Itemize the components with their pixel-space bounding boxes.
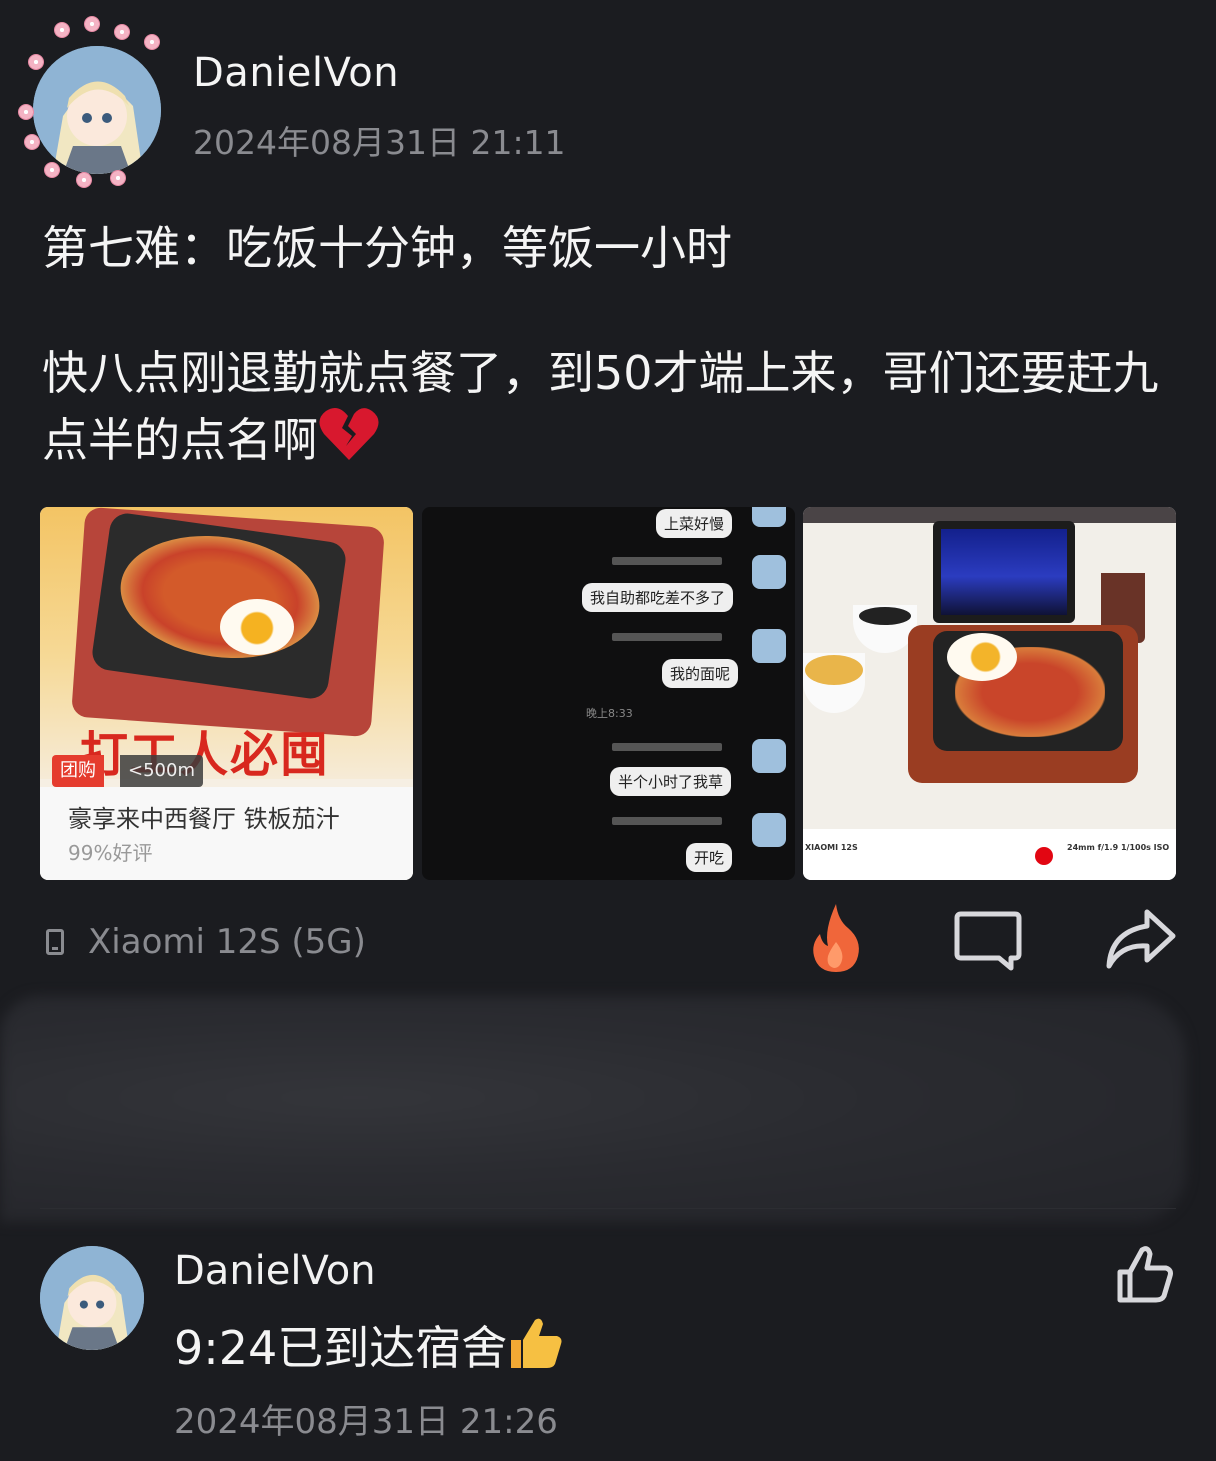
comment-text: 9:24已到达宿舍 [174, 1312, 565, 1381]
chat-bubble: 我自助都吃差不多了 [582, 583, 734, 612]
distance-tag: <500m [120, 755, 203, 787]
comment-author-name[interactable]: DanielVon [174, 1248, 376, 1294]
shop-name: 豪享来中西餐厅 铁板茄汁 [68, 805, 340, 833]
exif-camera-model: XIAOMI 12S [805, 843, 858, 852]
blossom-decoration [18, 104, 34, 120]
chat-avatar [752, 555, 786, 589]
blossom-decoration [44, 162, 60, 178]
comment-timestamp: 2024年08月31日 21:26 [174, 1402, 558, 1442]
blossom-decoration [54, 22, 70, 38]
thumbs-up-icon [1117, 1246, 1173, 1303]
leica-logo-icon [1035, 847, 1053, 865]
device-label: Xiaomi 12S (5G) [88, 922, 366, 962]
post-timestamp: 2024年08月31日 21:11 [193, 123, 566, 162]
divider [40, 1208, 1176, 1209]
post-image-3[interactable]: XIAOMI 12S 24mm f/1.9 1/100s ISO [803, 507, 1176, 880]
comment-button[interactable] [953, 908, 1023, 972]
chat-sender-name [612, 633, 722, 641]
tablet-screen [941, 529, 1067, 615]
sauce [859, 607, 911, 625]
broken-heart-icon [318, 406, 380, 479]
chat-timestamp: 晚上8:33 [586, 707, 633, 720]
blossom-decoration [84, 16, 100, 32]
chat-avatar [752, 739, 786, 773]
post-body-text: 快八点刚退勤就点餐了，到50才端上来，哥们还要赶九点半的点名啊 [42, 346, 1159, 467]
chat-avatar [752, 507, 786, 527]
share-button[interactable] [1103, 906, 1177, 972]
chat-bubble: 开吃 [686, 843, 733, 872]
post-image-1[interactable]: 打工人必囤 团购 <500m 豪享来中西餐厅 铁板茄汁 99%好评 [40, 507, 413, 880]
redacted-likes-area [0, 996, 1186, 1222]
post-body: 快八点刚退勤就点餐了，到50才端上来，哥们还要赶九点半的点名啊 [42, 340, 1182, 479]
like-button[interactable] [1114, 1244, 1176, 1306]
chat-avatar [752, 813, 786, 847]
chat-bubble: 我的面呢 [662, 659, 739, 688]
share-icon [1106, 909, 1176, 969]
post-title: 第七难：吃饭十分钟，等饭一小时 [42, 221, 732, 275]
exif-watermark-bar [803, 829, 1176, 880]
fried-egg [947, 633, 1017, 681]
blossom-decoration [110, 170, 126, 186]
fried-egg [220, 599, 294, 655]
chat-bubble: 上菜好慢 [656, 509, 733, 538]
chat-sender-name [612, 743, 722, 751]
phone-icon [46, 929, 64, 955]
post-author-name[interactable]: DanielVon [193, 50, 399, 96]
fire-like-button[interactable] [808, 902, 864, 974]
thumbs-up-icon [507, 1314, 565, 1381]
ad-slogan: 打工人必囤 [80, 727, 331, 783]
avatar [33, 46, 161, 174]
chat-avatar [752, 629, 786, 663]
avatar [40, 1246, 144, 1350]
fire-icon [813, 904, 859, 972]
comment-author-avatar[interactable] [40, 1246, 144, 1350]
blossom-decoration [144, 34, 160, 50]
blossom-decoration [24, 134, 40, 150]
group-buy-tag: 团购 [52, 755, 104, 787]
post-author-avatar[interactable] [14, 14, 174, 190]
exif-settings: 24mm f/1.9 1/100s ISO [1067, 843, 1170, 852]
blossom-decoration [28, 54, 44, 70]
post-image-2[interactable]: 上菜好慢 我自助都吃差不多了 我的面呢 晚上8:33 半个小时了我草 开吃 [422, 507, 795, 880]
chat-sender-name [612, 817, 722, 825]
soup [805, 655, 863, 685]
chat-sender-name [612, 557, 722, 565]
shop-rating: 99%好评 [68, 841, 153, 865]
blossom-decoration [76, 172, 92, 188]
blossom-decoration [114, 24, 130, 40]
comment-icon [954, 911, 1022, 971]
chat-bubble: 半个小时了我草 [610, 767, 732, 796]
comment-text-body: 9:24已到达宿舍 [174, 1321, 508, 1375]
